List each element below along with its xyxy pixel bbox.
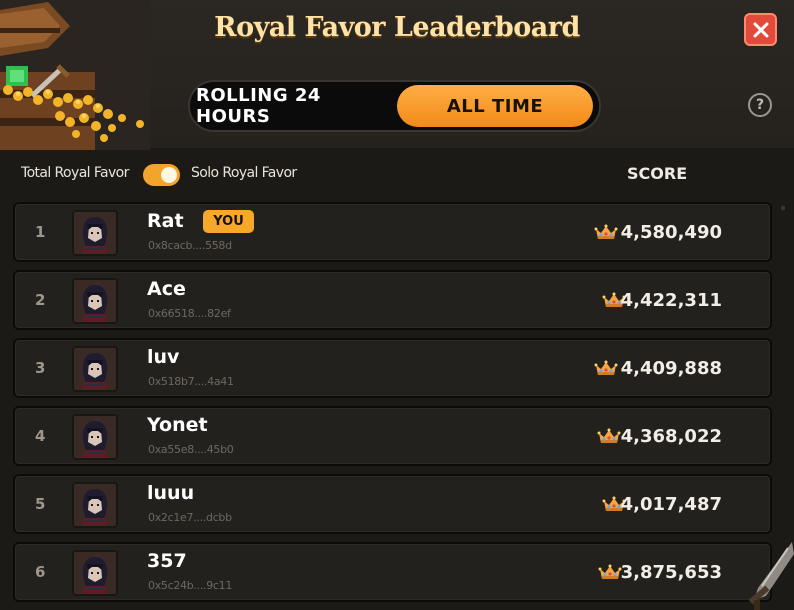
rank-number: 4 <box>35 427 46 445</box>
player-avatar-icon <box>74 484 116 526</box>
leaderboard-row[interactable]: 1 Rat 0x8cacb....558d 4,580,490 YOU <box>13 202 772 262</box>
help-icon[interactable]: ? <box>748 93 772 117</box>
leaderboard-row[interactable]: 5 luuu 0x2c1e7....dcbb 4,017,487 <box>13 474 772 534</box>
avatar <box>72 550 118 596</box>
scrollbar[interactable] <box>781 206 785 210</box>
player-avatar-icon <box>74 348 116 390</box>
wallet-address: 0x518b7....4a41 <box>148 375 234 388</box>
time-range-toggle: ROLLING 24 HOURS ALL TIME <box>188 80 601 132</box>
score-column-header: SCORE <box>627 164 688 183</box>
player-name: 357 <box>147 550 187 572</box>
player-score: 4,368,022 <box>620 425 722 447</box>
avatar <box>72 346 118 392</box>
player-avatar-icon <box>74 280 116 322</box>
tab-all-time[interactable]: ALL TIME <box>397 85 593 127</box>
total-royal-favor-label[interactable]: Total Royal Favor <box>21 165 129 181</box>
avatar <box>72 278 118 324</box>
avatar <box>72 414 118 460</box>
sword-icon <box>748 542 794 610</box>
crown-icon <box>594 360 618 375</box>
tab-rolling-24-hours[interactable]: ROLLING 24 HOURS <box>196 85 396 127</box>
crown-icon <box>594 224 618 239</box>
crown-icon <box>598 564 622 579</box>
avatar <box>72 482 118 528</box>
rank-number: 1 <box>35 223 46 241</box>
leaderboard-row[interactable]: 4 Yonet 0xa55e8....45b0 4,368,022 <box>13 406 772 466</box>
wallet-address: 0xa55e8....45b0 <box>148 443 234 456</box>
player-avatar-icon <box>74 212 116 254</box>
player-name: Ace <box>147 278 186 300</box>
player-name: luuu <box>147 482 195 504</box>
player-avatar-icon <box>74 552 116 594</box>
close-icon <box>753 22 768 37</box>
page-title: Royal Favor Leaderboard <box>214 12 580 43</box>
switch-knob <box>161 167 177 183</box>
player-name: Rat <box>147 210 184 232</box>
player-name: Yonet <box>147 414 208 436</box>
wallet-address: 0x2c1e7....dcbb <box>148 511 232 524</box>
player-score: 4,409,888 <box>620 357 722 379</box>
favor-filter-row: Total Royal Favor Solo Royal Favor SCORE <box>0 160 794 190</box>
wallet-address: 0x66518....82ef <box>148 307 231 320</box>
player-score: 4,422,311 <box>620 289 722 311</box>
leaderboard-header: Royal Favor Leaderboard ROLLING 24 HOURS… <box>0 0 794 150</box>
you-badge: YOU <box>203 210 254 233</box>
crown-icon <box>597 428 621 443</box>
avatar <box>72 210 118 256</box>
wallet-address: 0x5c24b....9c11 <box>148 579 233 592</box>
rank-number: 6 <box>35 563 46 581</box>
favor-type-switch[interactable] <box>143 164 180 186</box>
solo-royal-favor-label[interactable]: Solo Royal Favor <box>191 165 297 181</box>
player-score: 4,580,490 <box>620 221 722 243</box>
rank-number: 2 <box>35 291 46 309</box>
rank-number: 3 <box>35 359 46 377</box>
leaderboard-row[interactable]: 3 luv 0x518b7....4a41 4,409,888 <box>13 338 772 398</box>
wallet-address: 0x8cacb....558d <box>148 239 232 252</box>
player-avatar-icon <box>74 416 116 458</box>
leaderboard-row[interactable]: 2 Ace 0x66518....82ef 4,422,311 <box>13 270 772 330</box>
player-score: 4,017,487 <box>620 493 722 515</box>
close-button[interactable] <box>744 13 777 46</box>
player-name: luv <box>147 346 180 368</box>
rank-number: 5 <box>35 495 46 513</box>
player-score: 3,875,653 <box>620 561 722 583</box>
leaderboard-row[interactable]: 6 357 0x5c24b....9c11 3,875,653 <box>13 542 772 602</box>
